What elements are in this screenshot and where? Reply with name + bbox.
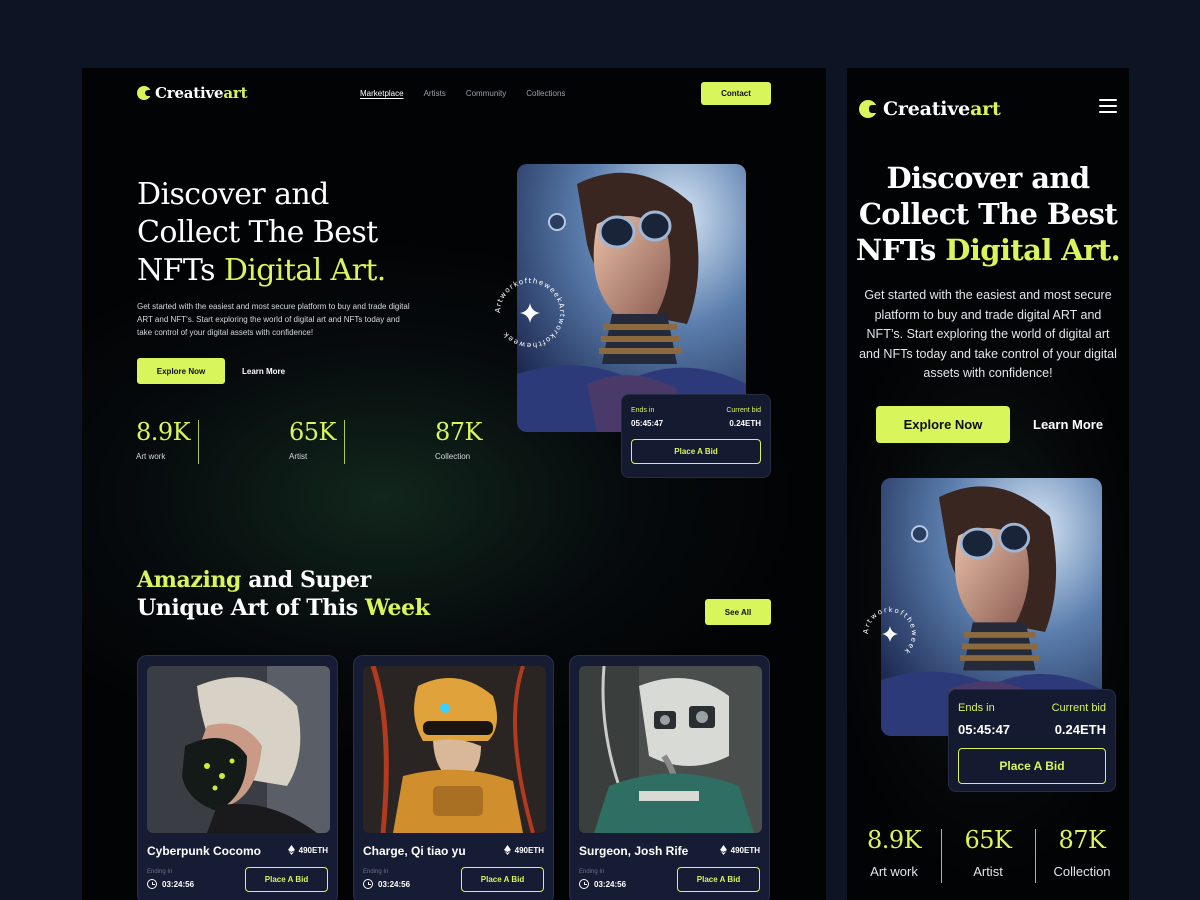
stat-artwork: 8.9K Art work	[136, 418, 244, 464]
ending-in-label: Ending In	[579, 869, 605, 875]
place-bid-button[interactable]: Place A Bid	[245, 867, 328, 892]
nav-link-artists[interactable]: Artists	[424, 89, 446, 98]
art-card-price: 490ETH	[287, 845, 328, 855]
ends-in-value: 05:45:47	[631, 419, 664, 428]
clock-icon	[147, 879, 157, 889]
stat-divider	[1035, 829, 1036, 883]
art-card[interactable]: Charge, Qi tiao yu 490ETH Ending In 03:2…	[353, 655, 554, 900]
art-card-image[interactable]	[147, 666, 330, 833]
eth-icon	[503, 845, 511, 855]
clock-icon	[363, 879, 373, 889]
art-card-price: 490ETH	[503, 845, 544, 855]
navbar: Creativeart Marketplace Artists Communit…	[137, 82, 771, 106]
desktop-preview: Creativeart Marketplace Artists Communit…	[82, 68, 826, 900]
logo[interactable]: Creativeart	[137, 84, 248, 102]
eth-icon	[287, 845, 295, 855]
hero-description: Get started with the easiest and most se…	[137, 302, 410, 337]
art-card[interactable]: Surgeon, Josh Rife 490ETH Ending In 03:2…	[569, 655, 770, 900]
eth-icon	[719, 845, 727, 855]
hamburger-icon[interactable]	[1099, 99, 1117, 113]
stat-divider	[941, 829, 942, 883]
nav-link-marketplace[interactable]: Marketplace	[360, 89, 404, 98]
explore-now-button[interactable]: Explore Now	[876, 406, 1010, 443]
art-card-price: 490ETH	[719, 845, 760, 855]
mobile-preview: Creativeart Discover and Collect The Bes…	[847, 68, 1129, 900]
stat-collection: 87K Collection	[1035, 826, 1129, 883]
contact-button[interactable]: Contact	[701, 82, 771, 105]
star-icon	[882, 626, 898, 642]
logo-icon	[137, 86, 152, 100]
art-card-title: Charge, Qi tiao yu	[363, 844, 466, 858]
hero-title: Discover and Collect The Best NFTs Digit…	[137, 177, 386, 288]
art-card-title: Cyberpunk Cocomo	[147, 844, 262, 858]
ending-time: 03:24:56	[579, 879, 626, 889]
stats: 8.9K Art work 65K Artist 87K Collection	[136, 418, 536, 464]
stat-collection: 87K Collection	[435, 418, 482, 461]
place-bid-button[interactable]: Place A Bid	[631, 439, 761, 464]
ending-time: 03:24:56	[363, 879, 410, 889]
ending-in-label: Ending In	[363, 869, 389, 875]
stat-artist: 65K Artist	[244, 418, 390, 464]
section-title: Amazing and Super Unique Art of This Wee…	[137, 567, 430, 621]
ending-in-label: Ending In	[147, 869, 173, 875]
ends-in-label: Ends in	[631, 407, 655, 414]
logo-text: Creativeart	[883, 98, 1001, 120]
art-card-image[interactable]	[363, 666, 546, 833]
clock-icon	[579, 879, 589, 889]
nav-link-collections[interactable]: Collections	[526, 89, 565, 98]
bid-card: Ends in Current bid 05:45:47 0.24ETH Pla…	[948, 689, 1116, 792]
place-bid-button[interactable]: Place A Bid	[677, 867, 760, 892]
stat-divider	[198, 420, 199, 464]
current-bid-label: Current bid	[1051, 702, 1106, 714]
nav-link-community[interactable]: Community	[466, 89, 506, 98]
artwork-of-the-week-badge: Artworkoftheweek Artworkoftheweek	[488, 271, 572, 355]
hero-description: Get started with the easiest and most se…	[859, 288, 1117, 380]
place-bid-button[interactable]: Place A Bid	[958, 748, 1106, 784]
logo[interactable]: Creativeart	[859, 98, 1001, 120]
ends-in-value: 05:45:47	[958, 722, 1011, 737]
learn-more-button[interactable]: Learn More	[1033, 406, 1103, 443]
stat-artwork: 8.9K Art work	[866, 826, 922, 879]
art-card-title: Surgeon, Josh Rife	[579, 844, 689, 858]
current-bid-label: Current bid	[726, 407, 761, 414]
current-bid-value: 0.24ETH	[1054, 722, 1106, 737]
art-card-image[interactable]	[579, 666, 762, 833]
stat-divider	[344, 420, 345, 464]
nav-links: Marketplace Artists Community Collection…	[360, 89, 565, 98]
art-cards: Cyberpunk Cocomo 490ETH Ending In 03:24:…	[137, 655, 770, 900]
artwork-of-the-week-badge: Artworkoftheweek	[860, 604, 920, 664]
bid-card: Ends in Current bid 05:45:47 0.24ETH Pla…	[621, 394, 771, 478]
explore-now-button[interactable]: Explore Now	[137, 358, 225, 384]
star-icon	[520, 303, 540, 323]
learn-more-button[interactable]: Learn More	[242, 358, 285, 384]
current-bid-value: 0.24ETH	[729, 419, 761, 428]
ends-in-label: Ends in	[958, 702, 995, 714]
hero-title: Discover and Collect The Best NFTs Digit…	[855, 161, 1121, 267]
logo-icon	[859, 100, 878, 118]
art-card[interactable]: Cyberpunk Cocomo 490ETH Ending In 03:24:…	[137, 655, 338, 900]
ending-time: 03:24:56	[147, 879, 194, 889]
logo-text: Creativeart	[155, 84, 248, 102]
stat-artist: 65K Artist	[941, 826, 1035, 883]
stats: 8.9K Art work 65K Artist 87K Collection	[847, 826, 1129, 883]
see-all-button[interactable]: See All	[705, 599, 771, 625]
place-bid-button[interactable]: Place A Bid	[461, 867, 544, 892]
